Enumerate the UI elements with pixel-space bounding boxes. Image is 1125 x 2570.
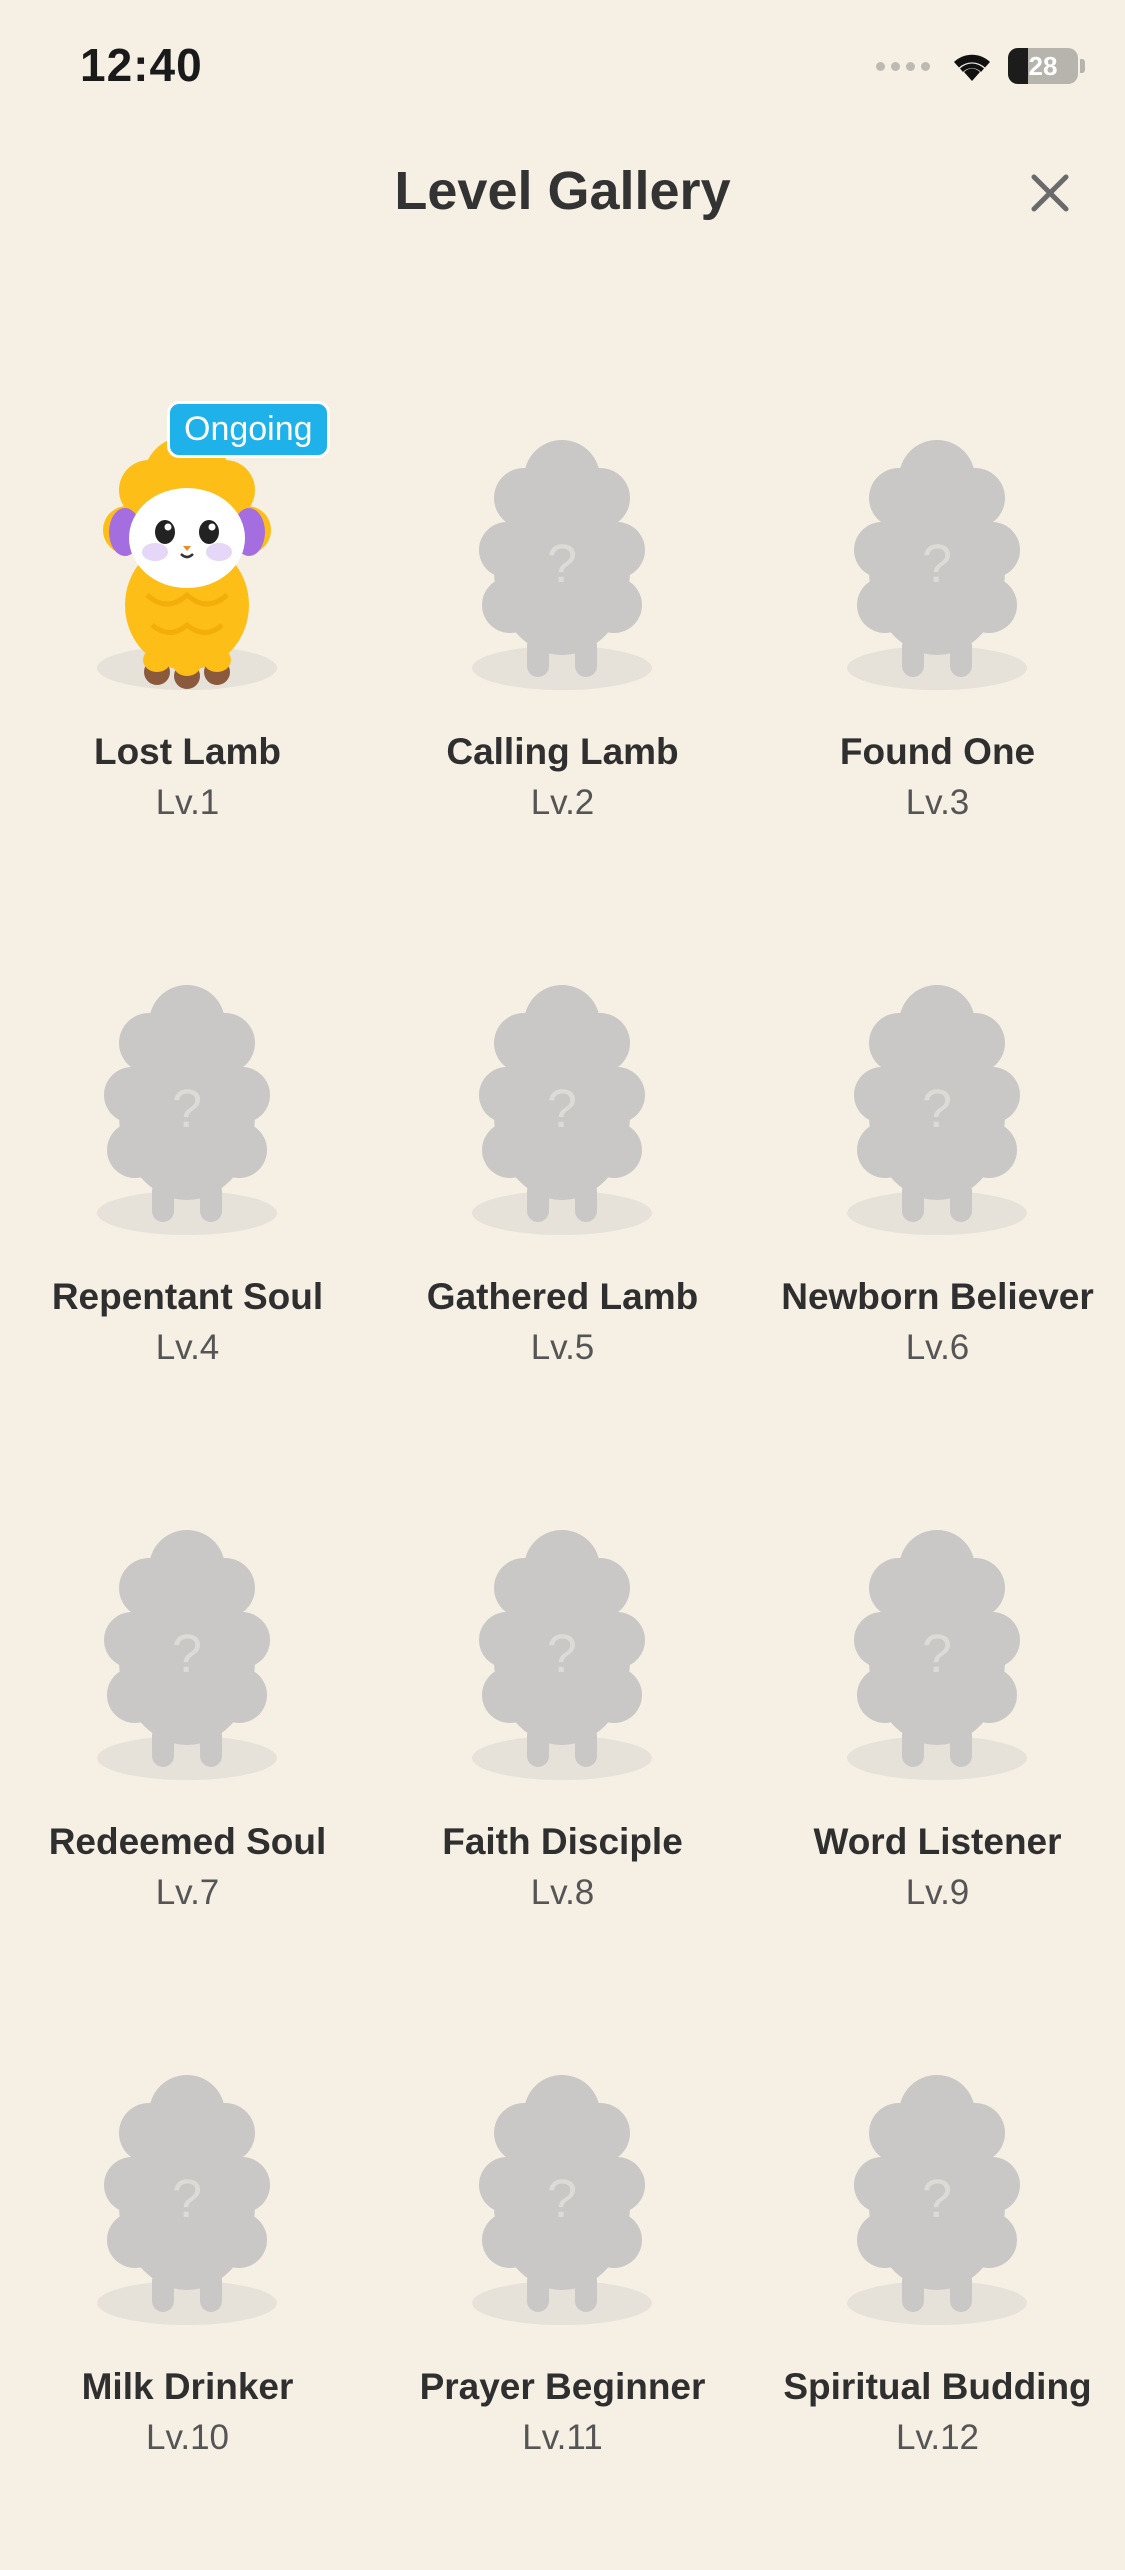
gallery-item[interactable]: ? Milk Drinker Lv.10 xyxy=(0,2025,375,2570)
locked-sheep-icon: ? xyxy=(837,2055,1037,2335)
header: Level Gallery xyxy=(0,150,1125,240)
locked-sheep-icon: ? xyxy=(837,420,1037,700)
gallery-item[interactable]: ? Gathered Lamb Lv.5 xyxy=(375,935,750,1480)
level-number: Lv.11 xyxy=(522,2418,603,2457)
svg-text:?: ? xyxy=(922,1624,952,1684)
gallery-item[interactable]: ? Calling Lamb Lv.2 xyxy=(375,390,750,935)
lamb-character-image xyxy=(87,420,287,700)
level-name: Prayer Beginner xyxy=(419,2366,706,2407)
cellular-signal-icon xyxy=(876,61,930,71)
battery-icon: 28 xyxy=(1008,48,1078,84)
svg-text:?: ? xyxy=(172,2169,202,2229)
gallery-item[interactable]: ? Found One Lv.3 xyxy=(750,390,1125,935)
level-name: Lost Lamb xyxy=(93,731,282,772)
level-name: Redeemed Soul xyxy=(48,1821,327,1862)
locked-sheep-icon: ? xyxy=(87,2055,287,2335)
level-number: Lv.2 xyxy=(530,783,595,822)
close-button[interactable] xyxy=(1015,158,1085,228)
page-title: Level Gallery xyxy=(394,161,731,221)
level-name: Spiritual Budding xyxy=(783,2366,1092,2407)
svg-text:?: ? xyxy=(922,1079,952,1139)
locked-sheep-icon: ? xyxy=(87,965,287,1245)
level-number: Lv.6 xyxy=(905,1328,970,1367)
level-number: Lv.4 xyxy=(155,1328,220,1367)
svg-text:?: ? xyxy=(172,1079,202,1139)
svg-text:?: ? xyxy=(547,1624,577,1684)
level-number: Lv.3 xyxy=(905,783,970,822)
level-name: Faith Disciple xyxy=(442,1821,683,1862)
gallery-item[interactable]: ? Faith Disciple Lv.8 xyxy=(375,1480,750,2025)
svg-text:?: ? xyxy=(922,2169,952,2229)
level-number: Lv.1 xyxy=(155,783,220,822)
level-name: Newborn Believer xyxy=(781,1276,1094,1317)
gallery-item[interactable]: ? Word Listener Lv.9 xyxy=(750,1480,1125,2025)
level-name: Found One xyxy=(839,731,1036,772)
locked-sheep-icon: ? xyxy=(462,965,662,1245)
level-name: Repentant Soul xyxy=(51,1276,324,1317)
level-number: Lv.12 xyxy=(895,2418,980,2457)
locked-sheep-icon: ? xyxy=(462,1510,662,1790)
svg-text:?: ? xyxy=(922,534,952,594)
status-icons: 28 xyxy=(876,48,1085,84)
gallery-item[interactable]: ? Spiritual Budding Lv.12 xyxy=(750,2025,1125,2570)
level-name: Word Listener xyxy=(813,1821,1062,1862)
level-number: Lv.7 xyxy=(155,1873,220,1912)
gallery-item[interactable]: ? Newborn Believer Lv.6 xyxy=(750,935,1125,1480)
battery-percent: 28 xyxy=(1028,50,1058,81)
gallery-item[interactable]: Ongoing Lost Lamb Lv.1 xyxy=(0,390,375,935)
level-name: Gathered Lamb xyxy=(426,1276,699,1317)
gallery-item[interactable]: ? Repentant Soul Lv.4 xyxy=(0,935,375,1480)
level-name: Milk Drinker xyxy=(81,2366,294,2407)
svg-text:?: ? xyxy=(547,1079,577,1139)
ongoing-badge: Ongoing xyxy=(167,401,330,458)
locked-sheep-icon: ? xyxy=(462,420,662,700)
gallery-item[interactable]: ? Redeemed Soul Lv.7 xyxy=(0,1480,375,2025)
level-number: Lv.5 xyxy=(530,1328,595,1367)
wifi-icon xyxy=(954,54,990,81)
svg-text:?: ? xyxy=(172,1624,202,1684)
locked-sheep-icon: ? xyxy=(837,1510,1037,1790)
svg-text:?: ? xyxy=(547,2169,577,2229)
locked-sheep-icon: ? xyxy=(87,1510,287,1790)
locked-sheep-icon: ? xyxy=(462,2055,662,2335)
level-name: Calling Lamb xyxy=(446,731,679,772)
status-bar: 12:40 28 xyxy=(0,0,1125,140)
level-number: Lv.9 xyxy=(905,1873,970,1912)
svg-text:?: ? xyxy=(547,534,577,594)
locked-sheep-icon: ? xyxy=(837,965,1037,1245)
close-icon xyxy=(1031,174,1069,212)
level-number: Lv.10 xyxy=(145,2418,230,2457)
status-time: 12:40 xyxy=(80,39,203,91)
gallery-item[interactable]: ? Prayer Beginner Lv.11 xyxy=(375,2025,750,2570)
level-number: Lv.8 xyxy=(530,1873,595,1912)
